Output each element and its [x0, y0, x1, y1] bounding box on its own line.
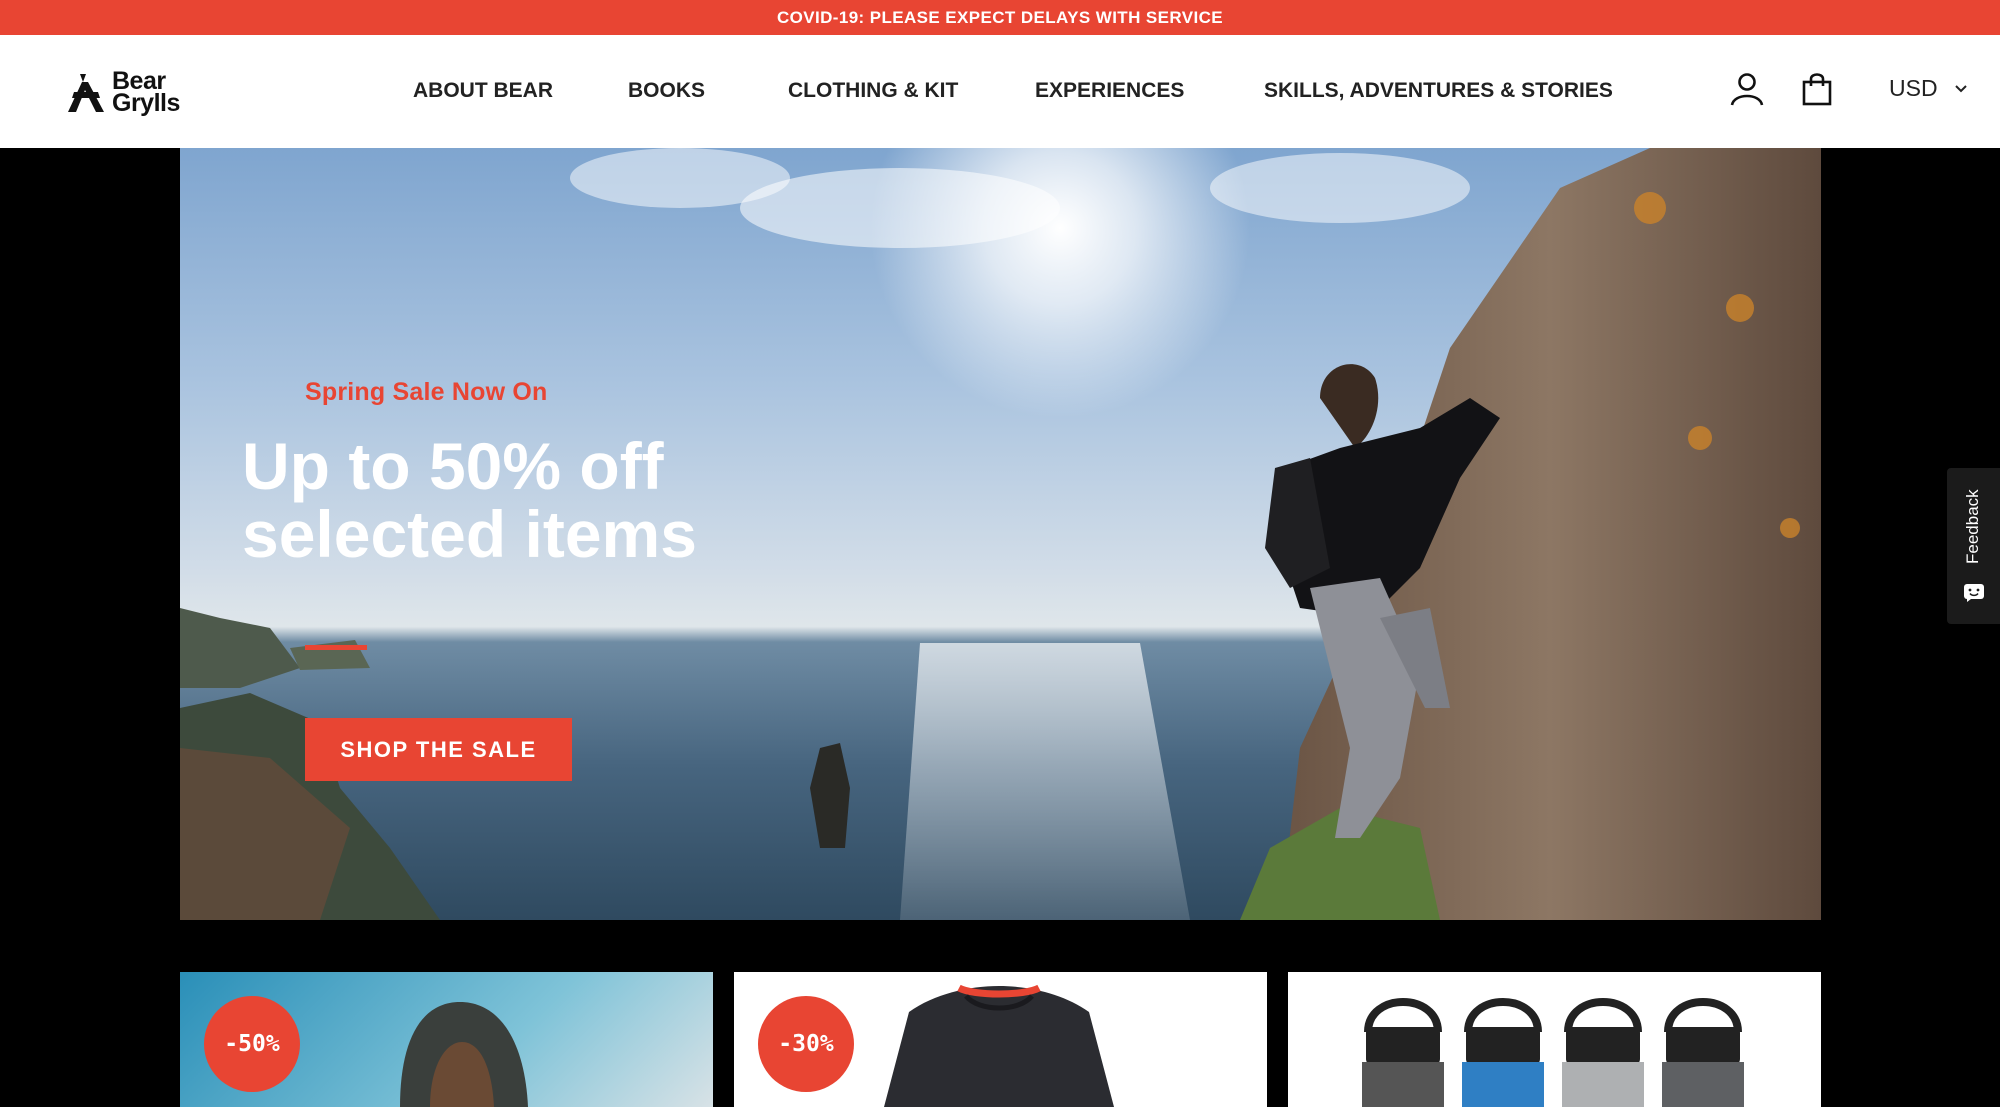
discount-badge: -30%	[758, 996, 854, 1092]
chevron-down-icon	[1954, 84, 1967, 92]
discount-badge: -50%	[204, 996, 300, 1092]
logo-mark-icon	[68, 74, 104, 112]
currency-selector[interactable]: USD	[1889, 75, 1968, 102]
hero-eyebrow: Spring Sale Now On	[305, 378, 548, 406]
hero-title: Up to 50% off selected items	[242, 429, 697, 571]
logo-wordmark: Bear Grylls	[112, 69, 180, 117]
shop-the-sale-button[interactable]: SHOP THE SALE	[305, 718, 572, 781]
nav-about-bear[interactable]: ABOUT BEAR	[413, 79, 553, 103]
nav-experiences[interactable]: EXPERIENCES	[1035, 79, 1184, 103]
card-image-water-bottles	[1362, 998, 1744, 1107]
announcement-text: COVID-19: PLEASE EXPECT DELAYS WITH SERV…	[776, 7, 1224, 27]
promo-card-jacket[interactable]: -50%	[180, 972, 713, 1107]
nav-clothing-kit[interactable]: CLOTHING & KIT	[788, 79, 958, 103]
logo-line-2: Grylls	[112, 89, 180, 117]
promo-card-top[interactable]: -30%	[734, 972, 1267, 1107]
feedback-label: Feedback	[1963, 489, 1982, 565]
nav-books[interactable]: BOOKS	[628, 79, 705, 103]
promo-card-bottles[interactable]	[1288, 972, 1821, 1107]
brand-logo[interactable]: Bear Grylls	[64, 68, 184, 116]
site-header: Bear Grylls ABOUT BEAR BOOKS CLOTHING & …	[0, 35, 2000, 148]
shopping-bag-icon[interactable]	[1799, 71, 1835, 107]
hero-banner: Spring Sale Now On Up to 50% off selecte…	[180, 148, 1821, 920]
currency-label: USD	[1889, 75, 1938, 101]
hero-divider	[305, 645, 367, 650]
feedback-tab[interactable]: Feedback	[1947, 468, 2000, 624]
announcement-bar: COVID-19: PLEASE EXPECT DELAYS WITH SERV…	[0, 0, 2000, 35]
nav-skills-adventures-stories[interactable]: SKILLS, ADVENTURES & STORIES	[1264, 79, 1613, 103]
user-icon[interactable]	[1729, 71, 1765, 107]
chat-smile-icon	[1964, 584, 1984, 602]
